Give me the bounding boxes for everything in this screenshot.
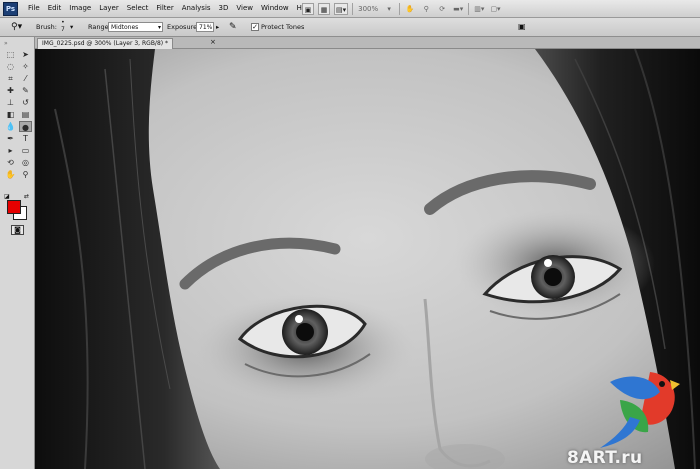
menu-bar: Ps File Edit Image Layer Select Filter A… <box>0 0 700 18</box>
watermark-text: 8ART.ru <box>567 448 643 468</box>
menu-view[interactable]: View <box>233 0 258 17</box>
exposure-label: Exposure: <box>167 23 200 31</box>
bridge-icon[interactable]: ▣ <box>302 2 314 15</box>
clone-stamp-icon[interactable]: ⊥ <box>4 97 17 108</box>
panel-toggle-icon[interactable]: ▣ <box>518 21 526 33</box>
airbrush-icon[interactable]: ✎ <box>229 21 237 33</box>
chevron-down-icon[interactable]: ▾ <box>383 3 395 15</box>
default-colors-icon[interactable]: ◪ <box>4 193 10 200</box>
screen-mode-dropdown-icon[interactable]: ▢▾ <box>489 3 501 15</box>
brush-dropdown-icon[interactable]: ▾ <box>70 21 73 33</box>
path-select-icon[interactable]: ▸ <box>4 145 17 156</box>
mini-bridge-icon[interactable]: ▦ <box>318 2 330 15</box>
swap-colors-icon[interactable]: ⇄ <box>24 193 29 200</box>
3d-rotate-icon[interactable]: ⟲ <box>4 157 17 168</box>
brush-size: 7 <box>61 26 65 33</box>
rotate-view-icon[interactable]: ⟳ <box>436 3 448 15</box>
screen-mode-icon[interactable]: ▬▾ <box>452 3 464 15</box>
brush-picker[interactable]: • 7 <box>61 19 65 33</box>
tool-grid: ⬚ ➤ ◌ ✧ ⌗ ⁄ ✚ ✎ ⊥ ↺ ◧ ▤ 💧 ● ✒ T ▸ ▭ ⟲ ◎ … <box>4 49 32 180</box>
protect-tones-checkbox[interactable]: ✓ <box>251 23 259 31</box>
eyedropper-icon[interactable]: ⁄ <box>19 73 32 84</box>
quick-mask-icon[interactable]: ◙ <box>11 225 24 235</box>
foreground-color-swatch[interactable] <box>7 200 21 214</box>
document-tab[interactable]: IMG_0225.psd @ 300% (Layer 3, RGB/8) * <box>37 38 174 49</box>
healing-icon[interactable]: ✚ <box>4 85 17 96</box>
hand-tool-icon[interactable]: ✋ <box>404 3 416 15</box>
menu-window[interactable]: Window <box>258 0 294 17</box>
menu-file[interactable]: File <box>25 0 45 17</box>
chevron-down-icon: ▾ <box>157 24 161 31</box>
view-extras-dropdown[interactable]: ▤▾ <box>334 2 349 15</box>
lasso-icon[interactable]: ◌ <box>4 61 17 72</box>
parrot-logo-icon <box>600 372 680 448</box>
quick-select-icon[interactable]: ✧ <box>19 61 32 72</box>
photoshop-logo[interactable]: Ps <box>3 2 18 16</box>
main-menu: File Edit Image Layer Select Filter Anal… <box>25 0 318 17</box>
pen-icon[interactable]: ✒ <box>4 133 17 144</box>
tool-preset-icon[interactable]: ⚲▾ <box>11 21 22 33</box>
brush-icon[interactable]: ✎ <box>19 85 32 96</box>
zoom-level[interactable]: 300% <box>357 3 379 15</box>
zoom-icon[interactable]: ⚲ <box>19 169 32 180</box>
3d-orbit-icon[interactable]: ◎ <box>19 157 32 168</box>
toolbox-collapse-icon[interactable]: » <box>4 40 8 47</box>
zoom-tool-icon[interactable]: ⚲ <box>420 3 432 15</box>
burn-icon[interactable]: ● <box>19 121 32 132</box>
crop-icon[interactable]: ⌗ <box>4 73 17 84</box>
blur-icon[interactable]: 💧 <box>4 121 17 132</box>
menu-filter[interactable]: Filter <box>153 0 178 17</box>
arrange-documents-icon[interactable]: ▥▾ <box>473 3 485 15</box>
menu-image[interactable]: Image <box>66 0 96 17</box>
menu-3d[interactable]: 3D <box>216 0 234 17</box>
history-brush-icon[interactable]: ↺ <box>19 97 32 108</box>
document-tab-bar: IMG_0225.psd @ 300% (Layer 3, RGB/8) * × <box>35 37 700 49</box>
range-select[interactable]: Midtones ▾ <box>108 22 163 32</box>
brush-label: Brush: <box>36 23 57 31</box>
close-icon[interactable]: × <box>210 38 216 46</box>
type-icon[interactable]: T <box>19 133 32 144</box>
protect-tones-label: Protect Tones <box>261 23 305 31</box>
gradient-icon[interactable]: ▤ <box>19 109 32 120</box>
options-bar: ⚲▾ Brush: • 7 ▾ Range: Midtones ▾ Exposur… <box>0 18 700 37</box>
exposure-input[interactable]: 71% <box>196 22 214 32</box>
range-value: Midtones <box>111 24 139 31</box>
shape-icon[interactable]: ▭ <box>19 145 32 156</box>
menu-select[interactable]: Select <box>124 0 154 17</box>
eraser-icon[interactable]: ◧ <box>4 109 17 120</box>
hand-icon[interactable]: ✋ <box>4 169 17 180</box>
move-icon[interactable]: ➤ <box>19 49 32 60</box>
menu-layer[interactable]: Layer <box>96 0 124 17</box>
menu-edit[interactable]: Edit <box>45 0 67 17</box>
application-bar: ▣ ▦ ▤▾ 300% ▾ ✋ ⚲ ⟳ ▬▾ ▥▾ ▢▾ <box>302 2 502 15</box>
menu-analysis[interactable]: Analysis <box>179 0 216 17</box>
marquee-icon[interactable]: ⬚ <box>4 49 17 60</box>
toolbox: » ⬚ ➤ ◌ ✧ ⌗ ⁄ ✚ ✎ ⊥ ↺ ◧ ▤ 💧 ● ✒ T ▸ ▭ ⟲ … <box>0 37 35 469</box>
exposure-slider-icon[interactable]: ▸ <box>216 21 219 33</box>
